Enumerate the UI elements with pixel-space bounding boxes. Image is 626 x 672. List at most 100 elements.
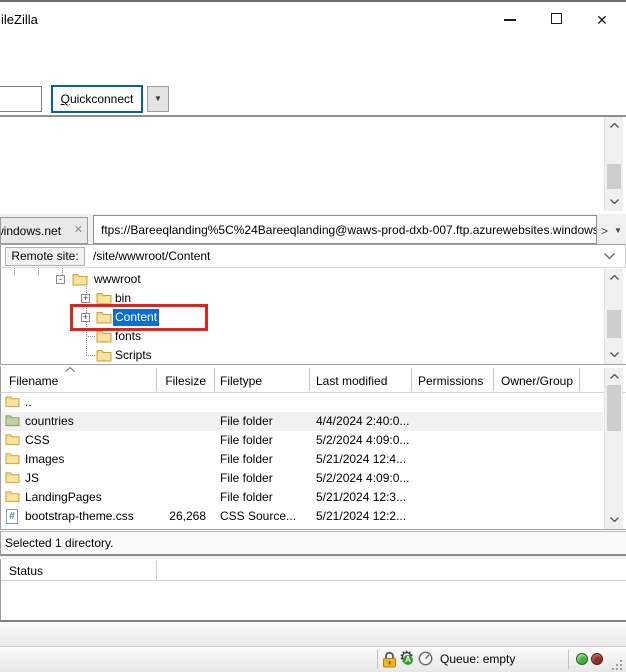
file-row-images[interactable]: Images File folder 5/21/2024 12:4... bbox=[1, 450, 603, 469]
column-divider[interactable] bbox=[309, 368, 310, 391]
connection-indicator-green-icon bbox=[576, 653, 588, 665]
folder-icon bbox=[96, 331, 112, 343]
log-scrollbar[interactable] bbox=[604, 117, 623, 211]
remote-site-row: Remote site: /site/wwwroot/Content bbox=[0, 244, 626, 268]
file-name: CSS bbox=[25, 433, 50, 447]
file-type: CSS Source... bbox=[220, 509, 297, 523]
minimize-button[interactable] bbox=[495, 10, 525, 30]
column-header-owner-group[interactable]: Owner/Group bbox=[501, 374, 573, 388]
folder-icon bbox=[72, 274, 88, 286]
column-divider[interactable] bbox=[411, 368, 412, 391]
expand-expander-icon[interactable]: + bbox=[81, 294, 90, 303]
css-file-icon: # bbox=[6, 509, 18, 524]
file-list-scrollbar-thumb[interactable] bbox=[607, 385, 621, 431]
message-log-pane bbox=[0, 117, 626, 213]
tab-inactive-server[interactable]: windows.net ✕ bbox=[0, 217, 88, 244]
file-row-parent-dir[interactable]: .. bbox=[1, 393, 603, 412]
file-modified: 5/21/2024 12:4... bbox=[316, 452, 407, 466]
file-row-css[interactable]: CSS File folder 5/2/2024 4:09:0... bbox=[1, 431, 603, 450]
statusbar-divider bbox=[377, 650, 378, 669]
tree-item-label: Scripts bbox=[115, 348, 152, 362]
scroll-up-icon[interactable] bbox=[606, 271, 622, 285]
quickconnect-host-input[interactable] bbox=[0, 86, 42, 112]
window-title: ileZilla bbox=[1, 12, 38, 27]
file-name: bootstrap-theme.css bbox=[25, 509, 134, 523]
file-modified: 4/4/2024 2:40:0... bbox=[316, 414, 410, 428]
remote-tree-pane: - wwwroot + bin + Content fonts Scripts bbox=[0, 268, 626, 365]
file-size: 26,268 bbox=[169, 509, 206, 523]
column-header-last-modified[interactable]: Last modified bbox=[316, 374, 387, 388]
tab-active-server[interactable]: ftps://Bareeqlanding%5C%24Bareeqlanding@… bbox=[93, 215, 597, 244]
quickconnect-dropdown-button[interactable]: ▼ bbox=[147, 86, 169, 112]
queue-column-divider[interactable] bbox=[156, 561, 157, 579]
column-divider[interactable] bbox=[156, 368, 157, 391]
tree-scrollbar-thumb[interactable] bbox=[607, 310, 621, 338]
queue-status-text: Queue: empty bbox=[440, 652, 516, 666]
transfer-queue-panel: Status bbox=[0, 559, 626, 620]
file-row-landingpages[interactable]: LandingPages File folder 5/21/2024 12:3.… bbox=[1, 488, 603, 507]
file-name: JS bbox=[25, 471, 40, 485]
file-type: File folder bbox=[220, 433, 273, 447]
folder-icon bbox=[5, 434, 20, 446]
maximize-button[interactable] bbox=[541, 10, 571, 30]
tab-scroll-right-button[interactable]: > bbox=[599, 223, 610, 239]
file-list-header: Filename Filesize Filetype Last modified… bbox=[0, 366, 626, 393]
tree-item-scripts[interactable]: Scripts bbox=[1, 346, 601, 365]
scroll-down-icon[interactable] bbox=[606, 195, 622, 209]
selection-status-text: Selected 1 directory. bbox=[0, 531, 626, 554]
scroll-up-icon[interactable] bbox=[606, 370, 622, 384]
file-row-countries[interactable]: countries File folder 4/4/2024 2:40:0... bbox=[1, 412, 603, 431]
column-header-filetype[interactable]: Filetype bbox=[220, 374, 262, 388]
file-type: File folder bbox=[220, 490, 273, 504]
file-modified: 5/21/2024 12:3... bbox=[316, 490, 407, 504]
column-header-filesize[interactable]: Filesize bbox=[131, 374, 206, 388]
tab-list-dropdown-button[interactable]: ▼ bbox=[611, 223, 625, 239]
file-modified: 5/2/2024 4:09:0... bbox=[316, 471, 410, 485]
file-name: LandingPages bbox=[25, 490, 102, 504]
folder-icon bbox=[5, 453, 20, 465]
scroll-down-icon[interactable] bbox=[606, 513, 622, 527]
folder-green-icon bbox=[5, 415, 20, 427]
column-divider[interactable] bbox=[214, 368, 215, 391]
file-modified: 5/21/2024 12:2... bbox=[316, 509, 407, 523]
close-icon: ✕ bbox=[596, 12, 608, 28]
tab-label: windows.net bbox=[0, 224, 62, 238]
column-divider[interactable] bbox=[493, 368, 494, 391]
remote-site-combobox[interactable]: /site/wwwroot/Content bbox=[93, 249, 210, 263]
column-header-filename[interactable]: Filename bbox=[9, 374, 58, 388]
lock-icon[interactable] bbox=[382, 651, 397, 668]
auto-mode-badge: A bbox=[403, 655, 413, 665]
filezilla-window: ileZilla ✕ Quickconnect ▼ windows.net ✕ bbox=[0, 0, 626, 672]
file-type: File folder bbox=[220, 414, 273, 428]
log-scrollbar-thumb[interactable] bbox=[607, 164, 621, 189]
minimize-icon bbox=[504, 19, 516, 21]
queue-header-underline bbox=[1, 580, 626, 581]
scroll-up-icon[interactable] bbox=[606, 119, 622, 133]
folder-icon bbox=[5, 491, 20, 503]
tree-scrollbar[interactable] bbox=[604, 269, 623, 364]
transfer-mode-gear-icon[interactable]: ⚙ A bbox=[399, 648, 417, 669]
collapse-expander-icon[interactable]: - bbox=[56, 275, 65, 284]
chevron-down-icon: ▼ bbox=[154, 94, 162, 103]
speed-limit-gauge-icon[interactable] bbox=[418, 651, 433, 666]
chevron-right-icon: > bbox=[600, 224, 608, 238]
scroll-down-icon[interactable] bbox=[606, 348, 622, 362]
status-bar: ⚙ A Queue: empty bbox=[0, 647, 626, 672]
file-row-js[interactable]: JS File folder 5/2/2024 4:09:0... bbox=[1, 469, 603, 488]
tab-close-icon[interactable]: ✕ bbox=[74, 223, 83, 236]
close-button[interactable]: ✕ bbox=[587, 10, 617, 30]
remote-site-label: Remote site: bbox=[5, 247, 85, 266]
annotation-highlight-box bbox=[70, 304, 208, 331]
file-list: .. countries File folder 4/4/2024 2:40:0… bbox=[0, 393, 626, 530]
file-row-bootstrap-theme[interactable]: # bootstrap-theme.css 26,268 CSS Source.… bbox=[1, 507, 603, 526]
column-header-permissions[interactable]: Permissions bbox=[418, 374, 483, 388]
maximize-icon bbox=[551, 13, 562, 24]
combobox-chevron-icon[interactable] bbox=[604, 253, 615, 260]
folder-icon bbox=[96, 350, 112, 362]
quickconnect-button[interactable]: Quickconnect bbox=[51, 85, 143, 113]
column-divider[interactable] bbox=[579, 368, 580, 391]
statusbar-divider bbox=[568, 650, 569, 669]
file-list-scrollbar[interactable] bbox=[604, 368, 623, 529]
tree-item-wwwroot[interactable]: - wwwroot bbox=[1, 270, 601, 289]
file-type: File folder bbox=[220, 471, 273, 485]
